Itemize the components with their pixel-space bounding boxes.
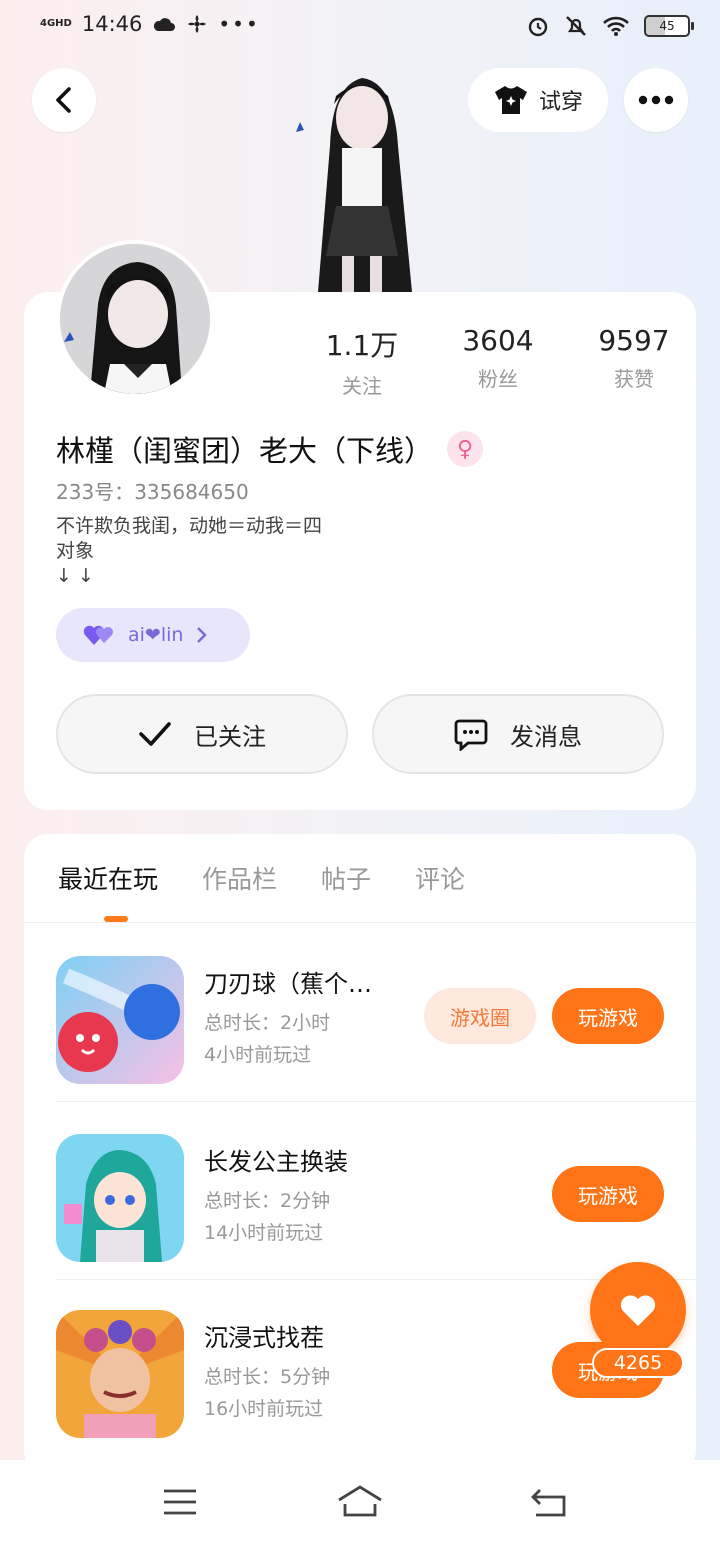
wifi-icon xyxy=(603,16,629,36)
game-list-item[interactable]: 长发公主换装 总时长：2分钟 14小时前玩过 玩游戏 xyxy=(56,1104,696,1280)
stat-likes[interactable]: 9597 获赞 xyxy=(566,324,702,399)
battery-indicator: 45 xyxy=(644,15,694,37)
game-duration: 总时长：2分钟 xyxy=(204,1190,331,1212)
game-last-played: 4小时前玩过 xyxy=(204,1044,312,1066)
send-message-button[interactable]: 发消息 xyxy=(372,694,664,774)
divider xyxy=(56,1101,696,1102)
tag-text: ai❤lin xyxy=(128,624,184,646)
user-bio: 不许欺负我闺，动她＝动我＝四 对象 ↓ ↓ xyxy=(56,514,416,589)
game-circle-button[interactable]: 游戏圈 xyxy=(424,988,536,1044)
followed-label: 已关注 xyxy=(194,722,266,751)
user-name-row: 林槿（闺蜜团）老大（下线） ♀ xyxy=(56,428,484,470)
home-icon[interactable] xyxy=(336,1484,384,1518)
bio-line: 不许欺负我闺，动她＝动我＝四 xyxy=(56,515,323,537)
following-count: 1.1万 xyxy=(325,329,399,362)
hearts-icon xyxy=(83,625,113,645)
try-on-label: 试穿 xyxy=(538,90,583,115)
likes-count: 9597 xyxy=(598,324,670,357)
more-dots-icon xyxy=(638,95,674,105)
stats-row: 1.1万 关注 3604 粉丝 9597 获赞 xyxy=(294,324,702,399)
status-bar: 4GHD 14:46 ••• 45 xyxy=(0,0,720,56)
tab-bar: 最近在玩 作品栏 帖子 评论 xyxy=(58,860,465,896)
tshirt-icon xyxy=(494,86,527,114)
avatar[interactable] xyxy=(56,240,214,398)
game-icon-long-hair-princess[interactable] xyxy=(56,1134,184,1262)
more-button[interactable] xyxy=(624,68,688,132)
game-last-played: 16小时前玩过 xyxy=(204,1398,324,1420)
back-button[interactable] xyxy=(32,68,96,132)
fans-count: 3604 xyxy=(462,324,534,357)
tab-works[interactable]: 作品栏 xyxy=(202,860,277,896)
character-illustration xyxy=(296,78,412,292)
bio-line: 对象 xyxy=(56,540,95,562)
system-nav-bar xyxy=(0,1460,720,1544)
user-id: 233号：335684650 xyxy=(56,476,249,505)
alarm-icon xyxy=(528,17,548,37)
tab-recently-played[interactable]: 最近在玩 xyxy=(58,860,158,896)
game-last-played: 14小时前玩过 xyxy=(204,1222,324,1244)
back-nav-icon[interactable] xyxy=(530,1486,568,1518)
stat-following[interactable]: 1.1万 关注 xyxy=(294,324,430,399)
play-game-button[interactable]: 玩游戏 xyxy=(552,1166,664,1222)
relationship-tag[interactable]: ai❤lin xyxy=(56,608,250,662)
chevron-right-icon xyxy=(197,627,208,643)
game-icon-find-differences[interactable] xyxy=(56,1310,184,1438)
network-indicator: 4GHD xyxy=(40,18,72,29)
more-status-icon: ••• xyxy=(218,12,260,36)
fan-icon xyxy=(188,15,207,33)
game-title: 长发公主换装 xyxy=(204,1148,348,1176)
game-list-item[interactable]: 刀刃球（蕉个… 总时长：2小时 4小时前玩过 游戏圈 玩游戏 xyxy=(56,926,696,1102)
uid-label: 233号： xyxy=(56,480,135,504)
try-on-button[interactable]: 试穿 xyxy=(468,68,608,132)
play-game-button[interactable]: 玩游戏 xyxy=(552,988,664,1044)
chevron-left-icon xyxy=(56,87,71,113)
game-icon-blade-ball[interactable] xyxy=(56,956,184,1084)
game-title: 刀刃球（蕉个… xyxy=(204,970,372,998)
stat-fans[interactable]: 3604 粉丝 xyxy=(430,324,566,399)
like-count: 4265 xyxy=(592,1348,684,1378)
tab-posts[interactable]: 帖子 xyxy=(321,860,371,896)
menu-icon[interactable] xyxy=(162,1488,198,1516)
status-time: 14:46 xyxy=(81,12,143,36)
game-duration: 总时长：5分钟 xyxy=(204,1366,331,1388)
check-icon xyxy=(139,722,171,746)
like-fab[interactable] xyxy=(590,1262,686,1358)
game-duration: 总时长：2小时 xyxy=(204,1012,331,1034)
cloud-icon xyxy=(154,18,176,31)
bio-line: ↓ ↓ xyxy=(56,565,94,587)
uid-value: 335684650 xyxy=(134,480,249,504)
divider xyxy=(24,922,696,923)
tab-comments[interactable]: 评论 xyxy=(415,860,465,896)
user-name: 林槿（闺蜜团）老大（下线） xyxy=(56,434,434,468)
following-label: 关注 xyxy=(342,374,382,398)
heart-icon xyxy=(620,1295,656,1326)
send-message-label: 发消息 xyxy=(510,722,582,751)
mute-icon xyxy=(566,16,586,36)
content-card: 最近在玩 作品栏 帖子 评论 刀刃球（蕉个… 总时长：2小时 4小时前玩过 游戏… xyxy=(24,834,696,1474)
female-icon: ♀ xyxy=(447,431,484,467)
game-title: 沉浸式找茬 xyxy=(204,1324,324,1352)
fans-label: 粉丝 xyxy=(478,367,518,391)
avatar-image xyxy=(60,244,210,394)
chat-bubble-icon xyxy=(454,719,488,751)
followed-button[interactable]: 已关注 xyxy=(56,694,348,774)
likes-label: 获赞 xyxy=(614,367,654,391)
